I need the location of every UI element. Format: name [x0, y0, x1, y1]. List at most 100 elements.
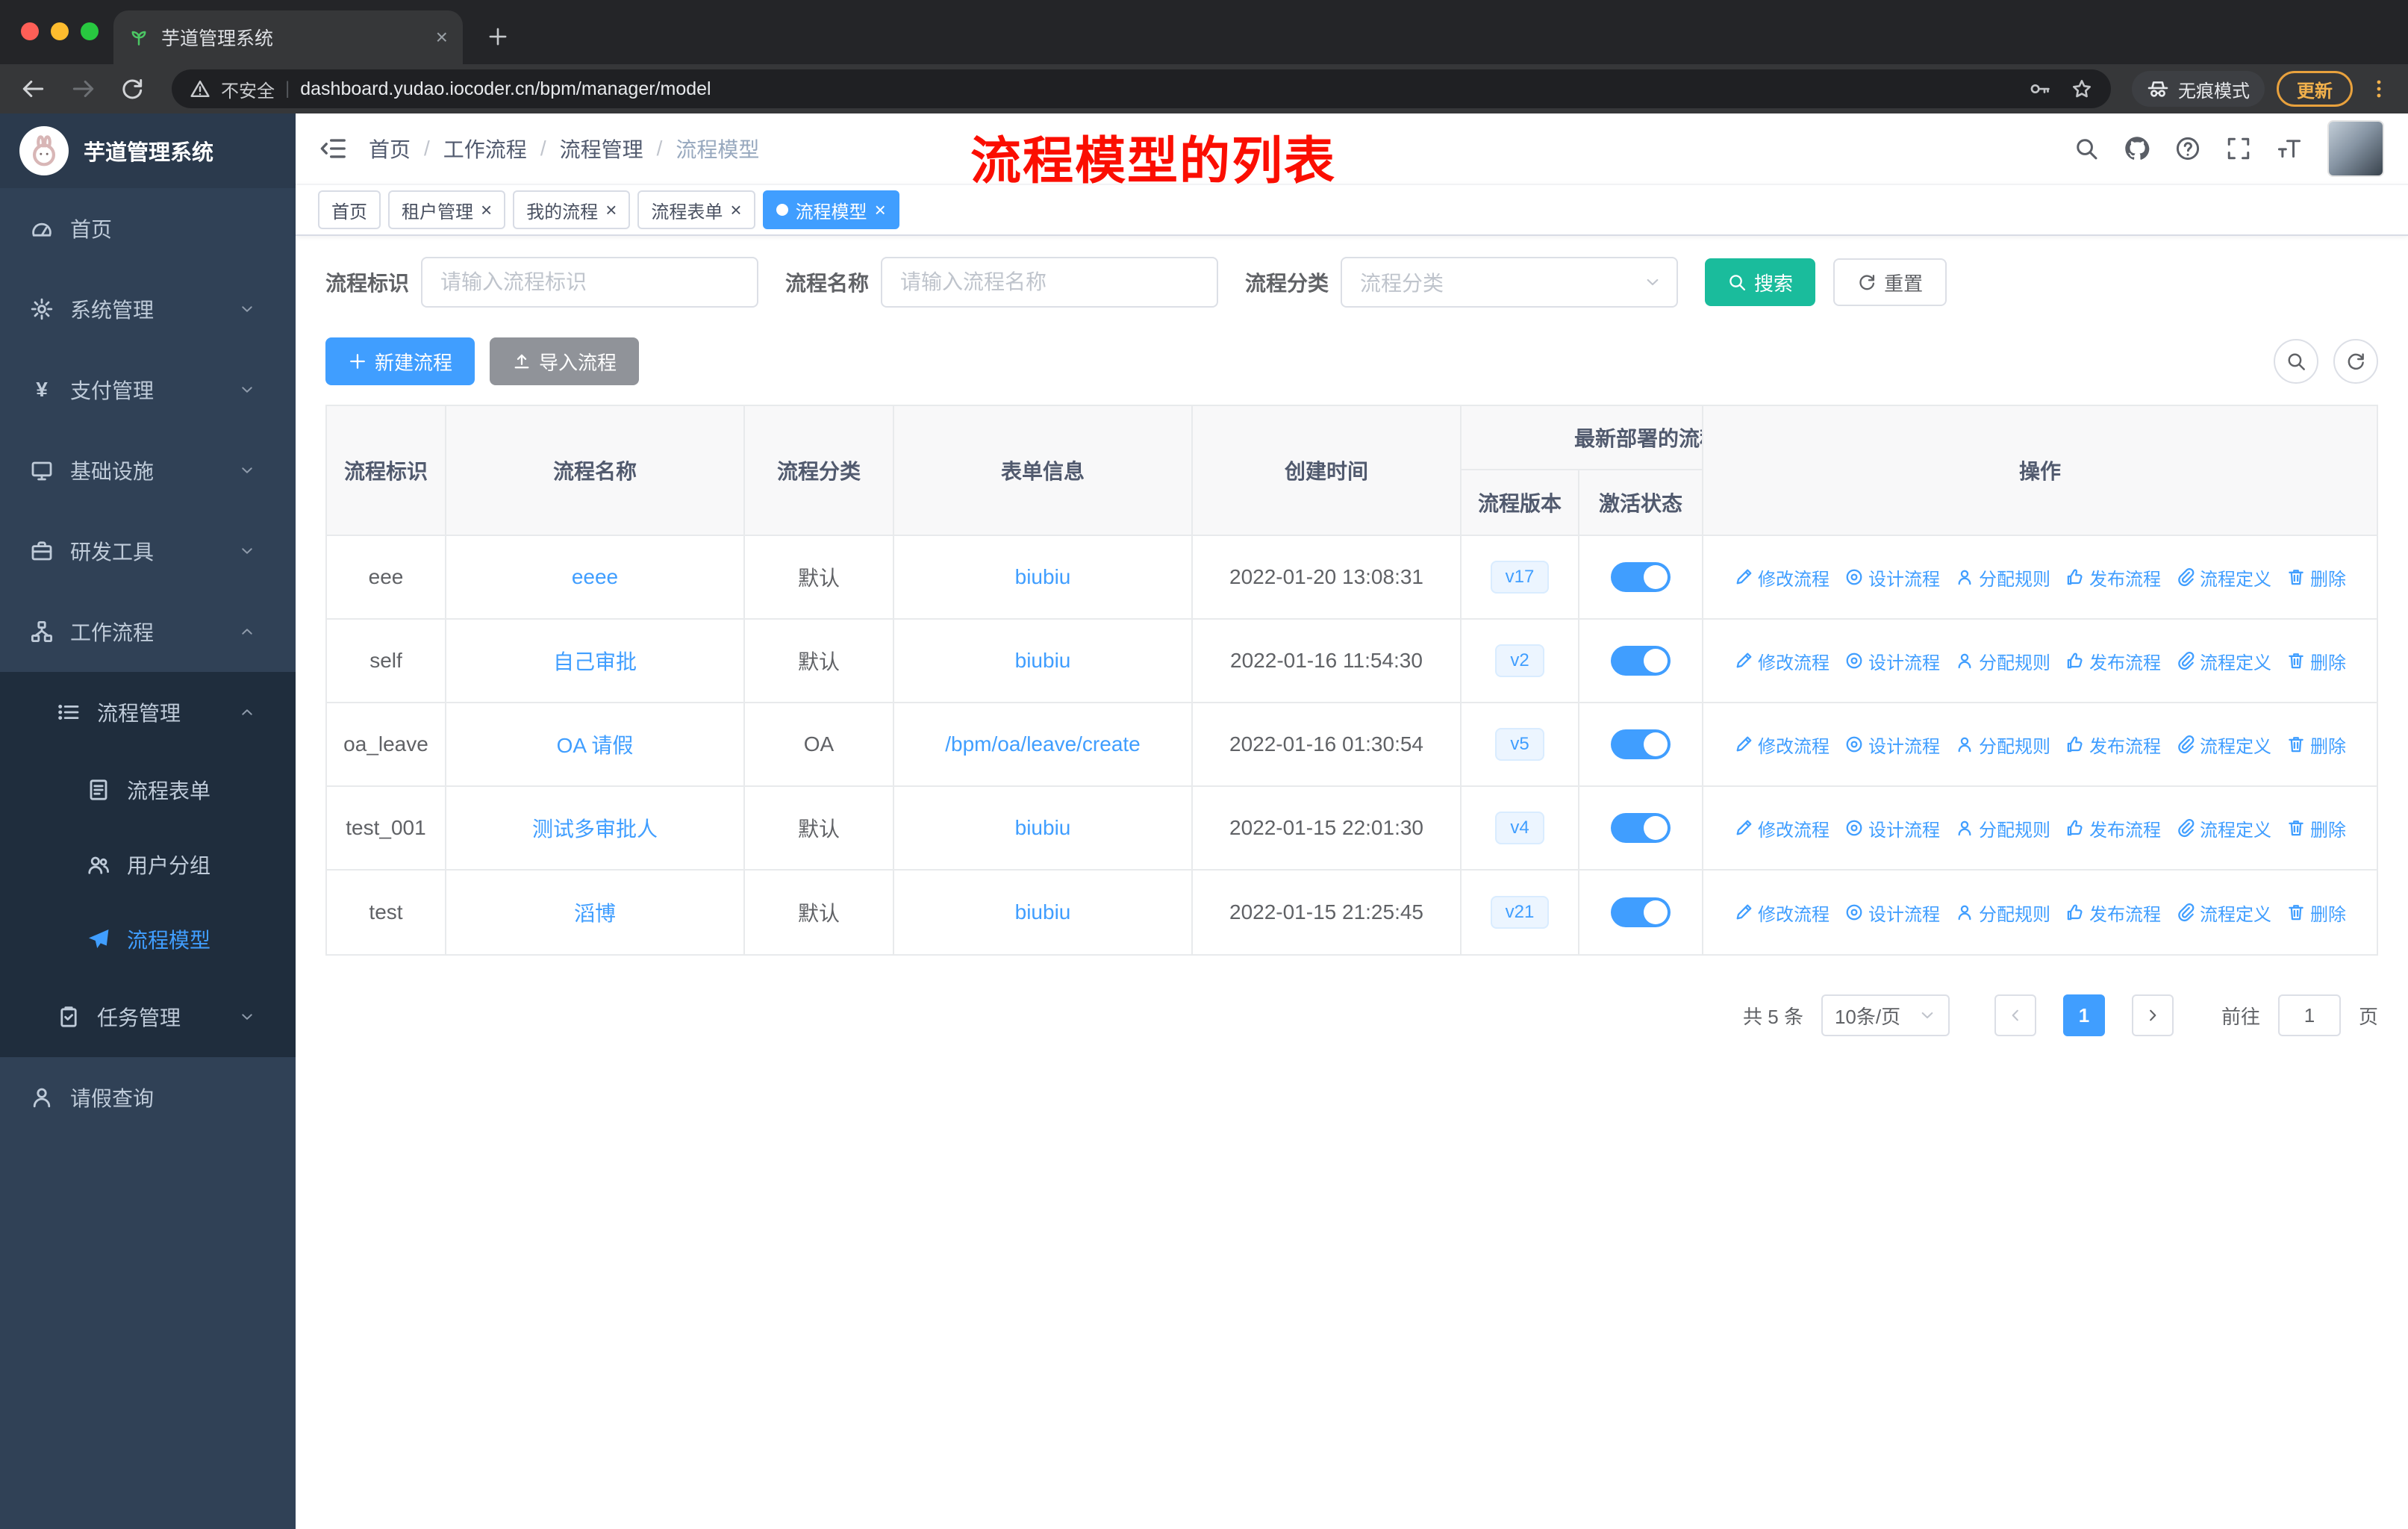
update-button[interactable]: 更新	[2277, 71, 2353, 107]
active-switch[interactable]	[1611, 562, 1671, 592]
tag-close-icon[interactable]: ×	[730, 200, 741, 219]
publish-process-link[interactable]: 发布流程	[2065, 815, 2161, 841]
category-select[interactable]: 流程分类	[1341, 257, 1679, 308]
sidebar-item-infrastructure[interactable]: 基础设施	[0, 430, 296, 511]
sidebar-item-user-group[interactable]: 用户分组	[0, 827, 296, 902]
sidebar-item-home[interactable]: 首页	[0, 188, 296, 269]
next-page-button[interactable]	[2131, 994, 2174, 1036]
process-definition-link[interactable]: 流程定义	[2176, 564, 2271, 591]
active-switch[interactable]	[1611, 813, 1671, 843]
active-switch[interactable]	[1611, 646, 1671, 676]
version-badge[interactable]: v21	[1490, 896, 1550, 929]
version-badge[interactable]: v2	[1495, 644, 1544, 677]
tag-my-process[interactable]: 我的流程 ×	[513, 190, 631, 229]
fullscreen-icon[interactable]	[2226, 136, 2251, 161]
form-info-link[interactable]: biubiu	[1015, 900, 1071, 924]
assign-rule-link[interactable]: 分配规则	[1955, 900, 2050, 926]
edit-process-link[interactable]: 修改流程	[1734, 564, 1830, 591]
sidebar-item-dev-tools[interactable]: 研发工具	[0, 511, 296, 591]
sidebar-item-payment-management[interactable]: ¥ 支付管理	[0, 349, 296, 430]
edit-process-link[interactable]: 修改流程	[1734, 732, 1830, 758]
delete-process-link[interactable]: 删除	[2286, 732, 2346, 758]
reset-button[interactable]: 重置	[1833, 258, 1947, 306]
process-name-link[interactable]: OA 请假	[557, 729, 634, 759]
publish-process-link[interactable]: 发布流程	[2065, 900, 2161, 926]
assign-rule-link[interactable]: 分配规则	[1955, 815, 2050, 841]
window-close-button[interactable]	[21, 22, 39, 40]
sidebar-item-workflow[interactable]: 工作流程	[0, 591, 296, 672]
page-1-button[interactable]: 1	[2062, 994, 2105, 1036]
window-zoom-button[interactable]	[81, 22, 99, 40]
design-process-link[interactable]: 设计流程	[1844, 732, 1940, 758]
edit-process-link[interactable]: 修改流程	[1734, 648, 1830, 674]
address-bar[interactable]: 不安全 | dashboard.yudao.iocoder.cn/bpm/man…	[172, 69, 2111, 108]
publish-process-link[interactable]: 发布流程	[2065, 732, 2161, 758]
delete-process-link[interactable]: 删除	[2286, 900, 2346, 926]
process-name-input[interactable]	[881, 257, 1219, 308]
key-icon[interactable]	[2029, 78, 2051, 100]
refresh-table-button[interactable]	[2333, 339, 2378, 384]
process-id-input[interactable]	[421, 257, 759, 308]
import-process-button[interactable]: 导入流程	[490, 337, 640, 385]
edit-process-link[interactable]: 修改流程	[1734, 815, 1830, 841]
delete-process-link[interactable]: 删除	[2286, 648, 2346, 674]
assign-rule-link[interactable]: 分配规则	[1955, 648, 2050, 674]
tag-close-icon[interactable]: ×	[481, 200, 492, 219]
assign-rule-link[interactable]: 分配规则	[1955, 732, 2050, 758]
tab-close-icon[interactable]: ×	[436, 27, 448, 48]
bookmark-star-icon[interactable]	[2071, 78, 2093, 100]
form-info-link[interactable]: biubiu	[1015, 565, 1071, 589]
user-avatar[interactable]	[2327, 120, 2384, 177]
process-name-link[interactable]: eeee	[572, 565, 618, 589]
active-switch[interactable]	[1611, 729, 1671, 759]
process-name-link[interactable]: 滔博	[574, 897, 616, 927]
back-icon[interactable]	[21, 76, 46, 102]
sidebar-item-task-management[interactable]: 任务管理	[0, 977, 296, 1057]
design-process-link[interactable]: 设计流程	[1844, 815, 1940, 841]
process-definition-link[interactable]: 流程定义	[2176, 815, 2271, 841]
version-badge[interactable]: v4	[1495, 812, 1544, 844]
delete-process-link[interactable]: 删除	[2286, 815, 2346, 841]
delete-process-link[interactable]: 删除	[2286, 564, 2346, 591]
process-definition-link[interactable]: 流程定义	[2176, 900, 2271, 926]
help-icon[interactable]	[2175, 136, 2200, 161]
form-info-link[interactable]: biubiu	[1015, 649, 1071, 673]
form-info-link[interactable]: /bpm/oa/leave/create	[945, 732, 1141, 756]
forward-icon[interactable]	[70, 76, 96, 102]
reload-icon[interactable]	[119, 76, 145, 102]
header-search-icon[interactable]	[2074, 136, 2099, 161]
font-size-icon[interactable]	[2277, 136, 2302, 161]
github-icon[interactable]	[2124, 136, 2150, 161]
tag-close-icon[interactable]: ×	[875, 200, 886, 219]
prev-page-button[interactable]	[1994, 994, 2036, 1036]
browser-tab[interactable]: 芋道管理系统 ×	[113, 10, 463, 64]
breadcrumb-item[interactable]: 首页	[369, 134, 411, 164]
process-name-link[interactable]: 测试多审批人	[532, 813, 658, 843]
tag-tenant-management[interactable]: 租户管理 ×	[388, 190, 506, 229]
sidebar-item-leave-query[interactable]: 请假查询	[0, 1057, 296, 1138]
window-minimize-button[interactable]	[51, 22, 69, 40]
design-process-link[interactable]: 设计流程	[1844, 564, 1940, 591]
version-badge[interactable]: v5	[1495, 728, 1544, 761]
tag-process-form[interactable]: 流程表单 ×	[637, 190, 755, 229]
tag-home[interactable]: 首页	[318, 190, 381, 229]
sidebar-item-system-management[interactable]: 系统管理	[0, 269, 296, 349]
publish-process-link[interactable]: 发布流程	[2065, 648, 2161, 674]
tag-process-model[interactable]: 流程模型 ×	[762, 190, 899, 229]
process-definition-link[interactable]: 流程定义	[2176, 732, 2271, 758]
browser-menu-icon[interactable]	[2368, 78, 2390, 100]
sidebar-item-process-model[interactable]: 流程模型	[0, 902, 296, 977]
design-process-link[interactable]: 设计流程	[1844, 900, 1940, 926]
design-process-link[interactable]: 设计流程	[1844, 648, 1940, 674]
breadcrumb-item[interactable]: 工作流程	[443, 134, 527, 164]
publish-process-link[interactable]: 发布流程	[2065, 564, 2161, 591]
assign-rule-link[interactable]: 分配规则	[1955, 564, 2050, 591]
sidebar-item-process-form[interactable]: 流程表单	[0, 753, 296, 827]
sidebar-item-process-management[interactable]: 流程管理	[0, 672, 296, 753]
form-info-link[interactable]: biubiu	[1015, 816, 1071, 840]
page-size-select[interactable]: 10条/页	[1821, 994, 1950, 1036]
sidebar-fold-icon[interactable]	[319, 134, 348, 163]
new-tab-button[interactable]	[487, 25, 509, 48]
active-switch[interactable]	[1611, 897, 1671, 927]
tag-close-icon[interactable]: ×	[605, 200, 617, 219]
